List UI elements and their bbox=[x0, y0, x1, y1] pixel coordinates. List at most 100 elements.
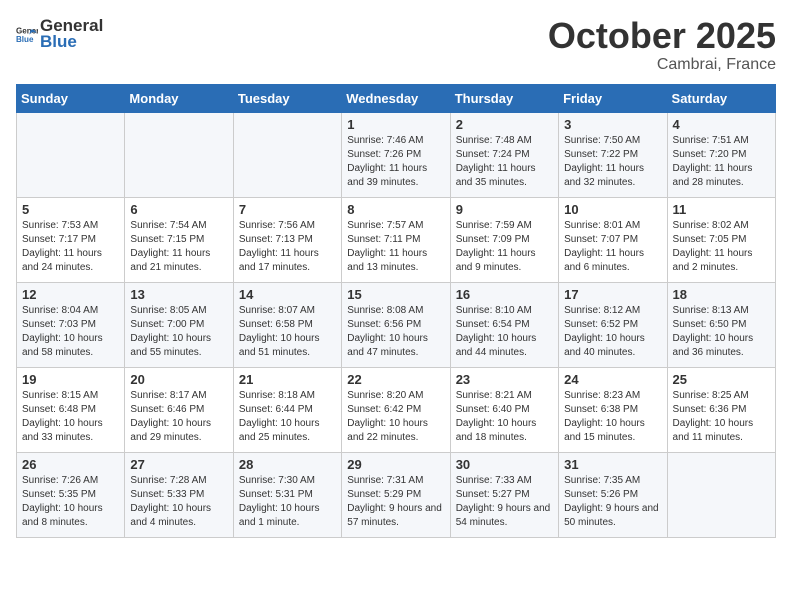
day-info: Sunrise: 8:25 AMSunset: 6:36 PMDaylight:… bbox=[673, 389, 770, 445]
weekday-header: Wednesday bbox=[342, 84, 450, 112]
day-number: 4 bbox=[673, 117, 770, 132]
day-info: Sunrise: 8:18 AMSunset: 6:44 PMDaylight:… bbox=[239, 389, 336, 445]
day-number: 9 bbox=[456, 202, 553, 217]
day-info: Sunrise: 8:15 AMSunset: 6:48 PMDaylight:… bbox=[22, 389, 119, 445]
calendar-cell: 24 Sunrise: 8:23 AMSunset: 6:38 PMDayligh… bbox=[559, 367, 667, 452]
day-number: 21 bbox=[239, 372, 336, 387]
calendar-cell: 29 Sunrise: 7:31 AMSunset: 5:29 PMDayligh… bbox=[342, 452, 450, 537]
weekday-header: Saturday bbox=[667, 84, 775, 112]
day-info: Sunrise: 8:08 AMSunset: 6:56 PMDaylight:… bbox=[347, 304, 444, 360]
calendar-cell: 14 Sunrise: 8:07 AMSunset: 6:58 PMDayligh… bbox=[233, 282, 341, 367]
day-info: Sunrise: 8:05 AMSunset: 7:00 PMDaylight:… bbox=[130, 304, 227, 360]
day-info: Sunrise: 8:02 AMSunset: 7:05 PMDaylight:… bbox=[673, 219, 770, 275]
calendar-cell: 30Sunrise: 7:33 AMSunset: 5:27 PMDayligh… bbox=[450, 452, 558, 537]
day-info: Sunrise: 8:17 AMSunset: 6:46 PMDaylight:… bbox=[130, 389, 227, 445]
day-number: 2 bbox=[456, 117, 553, 132]
day-info: Sunrise: 7:31 AMSunset: 5:29 PMDaylight:… bbox=[347, 474, 444, 530]
day-info: Sunrise: 7:48 AMSunset: 7:24 PMDaylight:… bbox=[456, 134, 553, 190]
day-info: Sunrise: 7:30 AMSunset: 5:31 PMDaylight:… bbox=[239, 474, 336, 530]
calendar-body: 1Sunrise: 7:46 AMSunset: 7:26 PMDaylight… bbox=[17, 112, 776, 537]
day-number: 17 bbox=[564, 287, 661, 302]
day-number: 28 bbox=[239, 457, 336, 472]
calendar-cell: 27 Sunrise: 7:28 AMSunset: 5:33 PMDayligh… bbox=[125, 452, 233, 537]
day-info: Sunrise: 8:23 AMSunset: 6:38 PMDaylight:… bbox=[564, 389, 661, 445]
calendar-cell: 23Sunrise: 8:21 AMSunset: 6:40 PMDayligh… bbox=[450, 367, 558, 452]
day-number: 3 bbox=[564, 117, 661, 132]
day-number: 22 bbox=[347, 372, 444, 387]
logo-icon: General Blue bbox=[16, 23, 38, 45]
calendar-cell: 4 Sunrise: 7:51 AMSunset: 7:20 PMDaylight… bbox=[667, 112, 775, 197]
calendar-cell: 28 Sunrise: 7:30 AMSunset: 5:31 PMDayligh… bbox=[233, 452, 341, 537]
calendar-cell: 12 Sunrise: 8:04 AMSunset: 7:03 PMDayligh… bbox=[17, 282, 125, 367]
calendar-week-row: 1Sunrise: 7:46 AMSunset: 7:26 PMDaylight… bbox=[17, 112, 776, 197]
weekday-header: Tuesday bbox=[233, 84, 341, 112]
day-number: 14 bbox=[239, 287, 336, 302]
calendar-cell: 9 Sunrise: 7:59 AMSunset: 7:09 PMDaylight… bbox=[450, 197, 558, 282]
logo: General Blue General Blue bbox=[16, 16, 103, 53]
weekday-header: Monday bbox=[125, 84, 233, 112]
weekday-header: Thursday bbox=[450, 84, 558, 112]
calendar-week-row: 12 Sunrise: 8:04 AMSunset: 7:03 PMDayligh… bbox=[17, 282, 776, 367]
day-number: 31 bbox=[564, 457, 661, 472]
day-info: Sunrise: 7:28 AMSunset: 5:33 PMDaylight:… bbox=[130, 474, 227, 530]
calendar-header-row: SundayMondayTuesdayWednesdayThursdayFrid… bbox=[17, 84, 776, 112]
day-number: 11 bbox=[673, 202, 770, 217]
day-number: 24 bbox=[564, 372, 661, 387]
day-info: Sunrise: 7:54 AMSunset: 7:15 PMDaylight:… bbox=[130, 219, 227, 275]
calendar-cell: 31 Sunrise: 7:35 AMSunset: 5:26 PMDayligh… bbox=[559, 452, 667, 537]
day-number: 7 bbox=[239, 202, 336, 217]
day-info: Sunrise: 8:12 AMSunset: 6:52 PMDaylight:… bbox=[564, 304, 661, 360]
calendar-cell: 21 Sunrise: 8:18 AMSunset: 6:44 PMDayligh… bbox=[233, 367, 341, 452]
day-number: 8 bbox=[347, 202, 444, 217]
day-number: 18 bbox=[673, 287, 770, 302]
day-number: 12 bbox=[22, 287, 119, 302]
day-number: 25 bbox=[673, 372, 770, 387]
calendar-cell: 5 Sunrise: 7:53 AMSunset: 7:17 PMDaylight… bbox=[17, 197, 125, 282]
day-info: Sunrise: 7:35 AMSunset: 5:26 PMDaylight:… bbox=[564, 474, 661, 530]
day-number: 15 bbox=[347, 287, 444, 302]
calendar-cell: 3Sunrise: 7:50 AMSunset: 7:22 PMDaylight… bbox=[559, 112, 667, 197]
day-info: Sunrise: 8:21 AMSunset: 6:40 PMDaylight:… bbox=[456, 389, 553, 445]
calendar-cell: 13Sunrise: 8:05 AMSunset: 7:00 PMDayligh… bbox=[125, 282, 233, 367]
day-info: Sunrise: 7:53 AMSunset: 7:17 PMDaylight:… bbox=[22, 219, 119, 275]
day-number: 1 bbox=[347, 117, 444, 132]
day-number: 20 bbox=[130, 372, 227, 387]
day-info: Sunrise: 8:01 AMSunset: 7:07 PMDaylight:… bbox=[564, 219, 661, 275]
calendar-cell: 6 Sunrise: 7:54 AMSunset: 7:15 PMDaylight… bbox=[125, 197, 233, 282]
day-number: 26 bbox=[22, 457, 119, 472]
calendar-table: SundayMondayTuesdayWednesdayThursdayFrid… bbox=[16, 84, 776, 538]
calendar-cell: 7 Sunrise: 7:56 AMSunset: 7:13 PMDaylight… bbox=[233, 197, 341, 282]
day-info: Sunrise: 7:56 AMSunset: 7:13 PMDaylight:… bbox=[239, 219, 336, 275]
calendar-cell: 8 Sunrise: 7:57 AMSunset: 7:11 PMDaylight… bbox=[342, 197, 450, 282]
calendar-week-row: 26 Sunrise: 7:26 AMSunset: 5:35 PMDayligh… bbox=[17, 452, 776, 537]
calendar-cell: 25 Sunrise: 8:25 AMSunset: 6:36 PMDayligh… bbox=[667, 367, 775, 452]
day-number: 19 bbox=[22, 372, 119, 387]
day-info: Sunrise: 8:04 AMSunset: 7:03 PMDaylight:… bbox=[22, 304, 119, 360]
day-info: Sunrise: 7:26 AMSunset: 5:35 PMDaylight:… bbox=[22, 474, 119, 530]
day-number: 5 bbox=[22, 202, 119, 217]
day-info: Sunrise: 7:59 AMSunset: 7:09 PMDaylight:… bbox=[456, 219, 553, 275]
day-number: 10 bbox=[564, 202, 661, 217]
day-info: Sunrise: 7:51 AMSunset: 7:20 PMDaylight:… bbox=[673, 134, 770, 190]
calendar-cell: 17 Sunrise: 8:12 AMSunset: 6:52 PMDayligh… bbox=[559, 282, 667, 367]
calendar-cell: 1Sunrise: 7:46 AMSunset: 7:26 PMDaylight… bbox=[342, 112, 450, 197]
day-number: 27 bbox=[130, 457, 227, 472]
month-title: October 2025 bbox=[548, 16, 776, 56]
day-number: 16 bbox=[456, 287, 553, 302]
page-header: General Blue General Blue October 2025 C… bbox=[16, 16, 776, 74]
day-number: 6 bbox=[130, 202, 227, 217]
calendar-week-row: 5 Sunrise: 7:53 AMSunset: 7:17 PMDaylight… bbox=[17, 197, 776, 282]
day-info: Sunrise: 8:20 AMSunset: 6:42 PMDaylight:… bbox=[347, 389, 444, 445]
title-block: October 2025 Cambrai, France bbox=[548, 16, 776, 74]
day-info: Sunrise: 8:13 AMSunset: 6:50 PMDaylight:… bbox=[673, 304, 770, 360]
day-info: Sunrise: 8:07 AMSunset: 6:58 PMDaylight:… bbox=[239, 304, 336, 360]
calendar-cell: 16Sunrise: 8:10 AMSunset: 6:54 PMDayligh… bbox=[450, 282, 558, 367]
weekday-header: Friday bbox=[559, 84, 667, 112]
calendar-cell: 22 Sunrise: 8:20 AMSunset: 6:42 PMDayligh… bbox=[342, 367, 450, 452]
calendar-cell: 19 Sunrise: 8:15 AMSunset: 6:48 PMDayligh… bbox=[17, 367, 125, 452]
day-info: Sunrise: 7:57 AMSunset: 7:11 PMDaylight:… bbox=[347, 219, 444, 275]
calendar-cell bbox=[667, 452, 775, 537]
calendar-week-row: 19 Sunrise: 8:15 AMSunset: 6:48 PMDayligh… bbox=[17, 367, 776, 452]
day-number: 29 bbox=[347, 457, 444, 472]
calendar-cell: 11 Sunrise: 8:02 AMSunset: 7:05 PMDayligh… bbox=[667, 197, 775, 282]
